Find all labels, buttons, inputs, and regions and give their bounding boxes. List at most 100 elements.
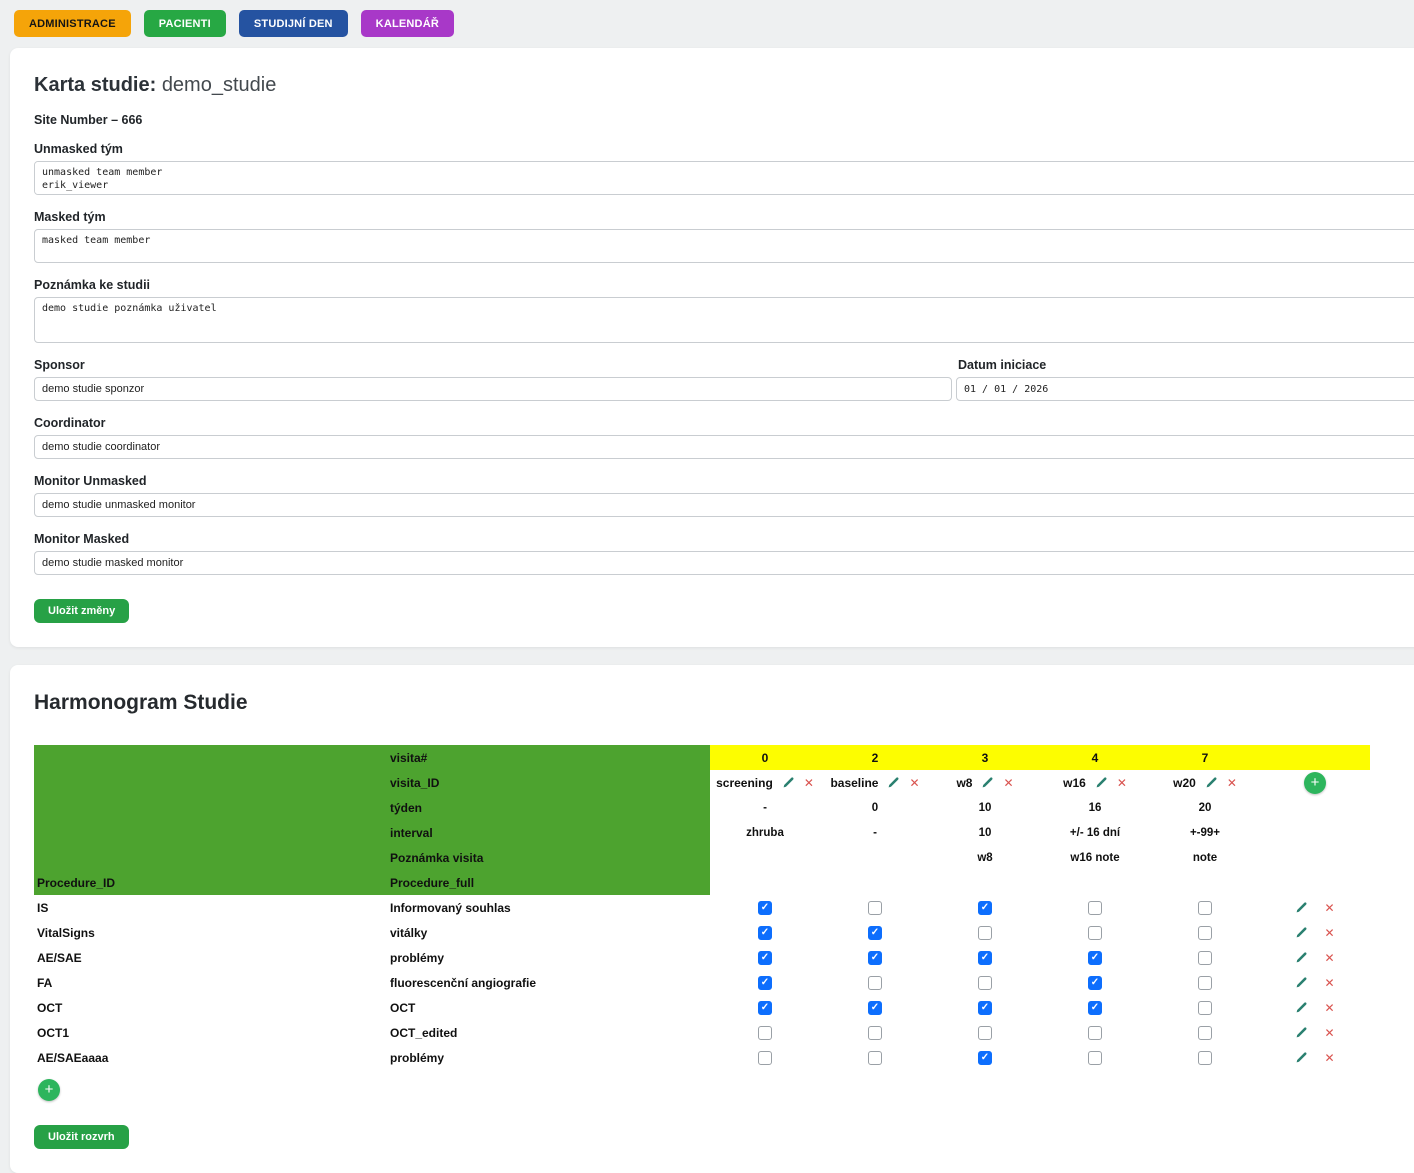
study-note-label: Poznámka ke studii bbox=[34, 278, 1414, 292]
procedure-checkbox[interactable] bbox=[1088, 976, 1102, 990]
sponsor-row: Sponsor Datum iniciace bbox=[34, 343, 1414, 401]
edit-procedure-icon[interactable] bbox=[1295, 976, 1308, 989]
delete-visit-icon[interactable]: ✕ bbox=[804, 776, 814, 790]
sponsor-input[interactable] bbox=[34, 377, 952, 401]
checkbox-cell bbox=[1150, 920, 1260, 945]
procedure-checkbox[interactable] bbox=[978, 1026, 992, 1040]
edit-visit-icon[interactable] bbox=[887, 776, 900, 789]
checkbox-cell bbox=[710, 945, 820, 970]
procedure-checkbox[interactable] bbox=[1198, 901, 1212, 915]
procedure-checkbox[interactable] bbox=[1088, 926, 1102, 940]
procedure-checkbox[interactable] bbox=[1088, 1001, 1102, 1015]
delete-visit-icon[interactable]: ✕ bbox=[1227, 776, 1237, 790]
procedure-checkbox[interactable] bbox=[1198, 951, 1212, 965]
visit-interval: 10 bbox=[930, 820, 1040, 845]
header-empty-cell bbox=[1150, 870, 1260, 895]
procedure-checkbox[interactable] bbox=[758, 1001, 772, 1015]
edit-visit-icon[interactable] bbox=[981, 776, 994, 789]
edit-procedure-icon[interactable] bbox=[1295, 926, 1308, 939]
edit-procedure-icon[interactable] bbox=[1295, 1026, 1308, 1039]
nav-administrace-button[interactable]: ADMINISTRACE bbox=[14, 10, 131, 37]
delete-visit-icon[interactable]: ✕ bbox=[1003, 776, 1013, 790]
edit-procedure-icon[interactable] bbox=[1295, 951, 1308, 964]
procedure-full: problémy bbox=[390, 1045, 710, 1070]
visit-id: w8 bbox=[956, 776, 972, 790]
procedure-checkbox[interactable] bbox=[758, 1026, 772, 1040]
unmasked-team-textarea[interactable]: unmasked team member erik_viewer bbox=[34, 161, 1414, 195]
procedure-checkbox[interactable] bbox=[758, 976, 772, 990]
procedure-checkbox[interactable] bbox=[868, 1026, 882, 1040]
procedure-checkbox[interactable] bbox=[1088, 901, 1102, 915]
procedure-checkbox[interactable] bbox=[1088, 951, 1102, 965]
nav-kalendar-button[interactable]: KALENDÁŘ bbox=[361, 10, 454, 37]
procedure-row: OCT1 OCT_edited ✕ bbox=[34, 1020, 1370, 1045]
visit-interval: zhruba bbox=[710, 820, 820, 845]
procedure-id: AE/SAE bbox=[34, 945, 390, 970]
monitor-masked-input[interactable] bbox=[34, 551, 1414, 575]
checkbox-cell bbox=[710, 970, 820, 995]
procedure-checkbox[interactable] bbox=[758, 926, 772, 940]
save-schedule-button[interactable]: Uložit rozvrh bbox=[34, 1125, 129, 1149]
add-procedure-button[interactable]: + bbox=[38, 1079, 60, 1101]
visit-number: 2 bbox=[820, 745, 930, 770]
monitor-unmasked-input[interactable] bbox=[34, 493, 1414, 517]
procedure-checkbox[interactable] bbox=[868, 901, 882, 915]
add-visit-button[interactable]: + bbox=[1304, 772, 1326, 794]
procedure-checkbox[interactable] bbox=[1088, 1051, 1102, 1065]
checkbox-cell bbox=[820, 945, 930, 970]
procedure-checkbox[interactable] bbox=[868, 976, 882, 990]
nav-pacienti-button[interactable]: PACIENTI bbox=[144, 10, 226, 37]
procedure-checkbox[interactable] bbox=[978, 901, 992, 915]
delete-procedure-icon[interactable]: ✕ bbox=[1324, 976, 1334, 990]
edit-procedure-icon[interactable] bbox=[1295, 1051, 1308, 1064]
delete-procedure-icon[interactable]: ✕ bbox=[1324, 901, 1334, 915]
nav-studijni-den-button[interactable]: STUDIJNÍ DEN bbox=[239, 10, 348, 37]
visit-id-row-label: visita_ID bbox=[390, 770, 710, 795]
delete-procedure-icon[interactable]: ✕ bbox=[1324, 1001, 1334, 1015]
delete-procedure-icon[interactable]: ✕ bbox=[1324, 1026, 1334, 1040]
procedure-checkbox[interactable] bbox=[758, 901, 772, 915]
procedure-checkbox[interactable] bbox=[978, 1051, 992, 1065]
procedure-checkbox[interactable] bbox=[758, 951, 772, 965]
edit-procedure-icon[interactable] bbox=[1295, 1001, 1308, 1014]
procedure-checkbox[interactable] bbox=[978, 976, 992, 990]
study-note-textarea[interactable]: demo studie poznámka uživatel bbox=[34, 297, 1414, 343]
header-spacer bbox=[34, 820, 390, 845]
checkbox-cell bbox=[930, 970, 1040, 995]
delete-procedure-icon[interactable]: ✕ bbox=[1324, 926, 1334, 940]
unmasked-team-label: Unmasked tým bbox=[34, 142, 1414, 156]
procedure-full: vitálky bbox=[390, 920, 710, 945]
procedure-checkbox[interactable] bbox=[1198, 1001, 1212, 1015]
save-study-button[interactable]: Uložit změny bbox=[34, 599, 129, 623]
edit-visit-icon[interactable] bbox=[1205, 776, 1218, 789]
procedure-checkbox[interactable] bbox=[758, 1051, 772, 1065]
visit-note: note bbox=[1150, 845, 1260, 870]
coordinator-input[interactable] bbox=[34, 435, 1414, 459]
procedure-checkbox[interactable] bbox=[1198, 976, 1212, 990]
procedure-checkbox[interactable] bbox=[1198, 1051, 1212, 1065]
masked-team-textarea[interactable]: masked team member bbox=[34, 229, 1414, 263]
procedure-checkbox[interactable] bbox=[1198, 926, 1212, 940]
init-date-input[interactable] bbox=[956, 377, 1414, 401]
procedure-checkbox[interactable] bbox=[868, 1051, 882, 1065]
procedure-checkbox[interactable] bbox=[978, 926, 992, 940]
checkbox-cell bbox=[710, 895, 820, 920]
procedure-checkbox[interactable] bbox=[868, 1001, 882, 1015]
procedure-checkbox[interactable] bbox=[1198, 1026, 1212, 1040]
procedure-checkbox[interactable] bbox=[1088, 1026, 1102, 1040]
checkbox-cell bbox=[1040, 995, 1150, 1020]
procedure-actions-cell: ✕ bbox=[1260, 970, 1370, 995]
procedure-checkbox[interactable] bbox=[868, 951, 882, 965]
delete-visit-icon[interactable]: ✕ bbox=[909, 776, 919, 790]
delete-procedure-icon[interactable]: ✕ bbox=[1324, 951, 1334, 965]
edit-visit-icon[interactable] bbox=[1095, 776, 1108, 789]
delete-procedure-icon[interactable]: ✕ bbox=[1324, 1051, 1334, 1065]
delete-visit-icon[interactable]: ✕ bbox=[1117, 776, 1127, 790]
checkbox-cell bbox=[1040, 970, 1150, 995]
header-empty-cell bbox=[930, 870, 1040, 895]
procedure-checkbox[interactable] bbox=[978, 1001, 992, 1015]
edit-visit-icon[interactable] bbox=[782, 776, 795, 789]
edit-procedure-icon[interactable] bbox=[1295, 901, 1308, 914]
procedure-checkbox[interactable] bbox=[868, 926, 882, 940]
procedure-checkbox[interactable] bbox=[978, 951, 992, 965]
